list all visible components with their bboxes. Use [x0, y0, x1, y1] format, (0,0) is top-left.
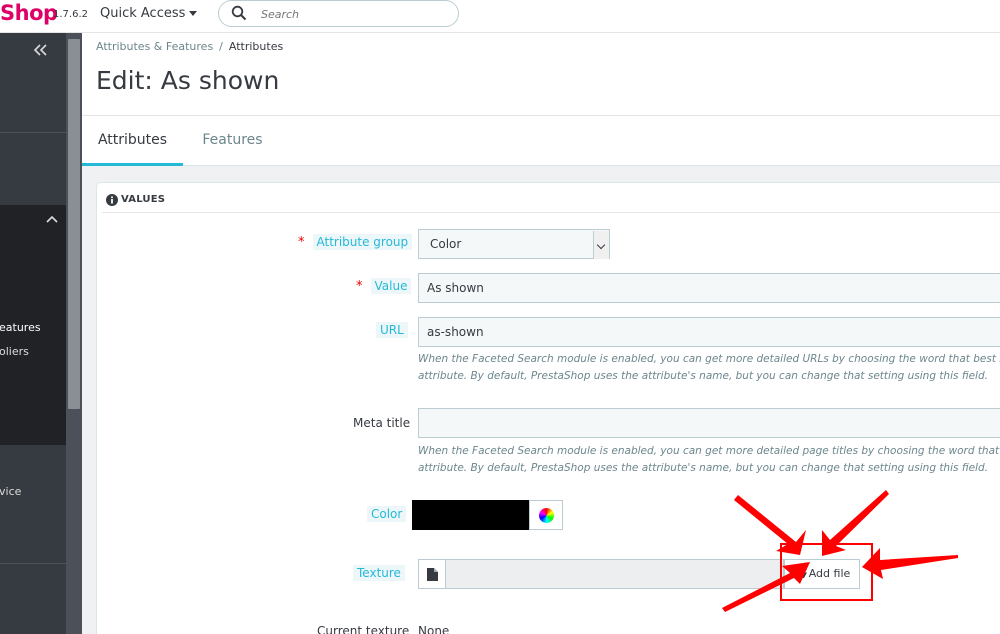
chevron-up-icon[interactable]	[46, 215, 58, 223]
search-input[interactable]	[261, 5, 441, 23]
value-label-text: Value	[370, 278, 412, 294]
url-help-line: attribute. By default, PrestaShop uses t…	[418, 370, 988, 382]
attribute-group-label-text: Attribute group	[312, 234, 413, 250]
file-icon	[427, 568, 438, 581]
attribute-group-select[interactable]: Color	[418, 229, 610, 259]
attribute-group-selected-value: Color	[430, 237, 462, 251]
sidebar-item-features[interactable]: eatures	[0, 321, 41, 334]
value-label: * Value	[356, 278, 412, 294]
sidebar-scrollbar-thumb[interactable]	[68, 39, 80, 409]
url-input[interactable]: as-shown	[418, 317, 1000, 347]
version-label: 1.7.6.2	[53, 9, 88, 20]
panel-heading-text: VALUES	[121, 194, 166, 205]
page-title: Edit: As shown	[96, 66, 280, 95]
texture-file-icon-box	[418, 559, 446, 589]
breadcrumb-parent[interactable]: Attributes & Features	[96, 40, 213, 53]
sidebar: eatures oliers vice	[0, 33, 82, 634]
meta-title-help-text: When the Faceted Search module is enable…	[418, 443, 1000, 477]
annotation-highlight-box	[780, 543, 873, 601]
tab-bar: Attributes Features	[82, 115, 1000, 166]
chevron-down-icon[interactable]	[593, 231, 609, 259]
meta-title-help-line: attribute. By default, PrestaShop uses t…	[418, 462, 988, 474]
url-help-line: When the Faceted Search module is enable…	[418, 353, 1000, 365]
url-help-text: When the Faceted Search module is enable…	[418, 351, 1000, 385]
required-marker: *	[298, 235, 305, 250]
texture-label: Texture	[353, 565, 405, 581]
value-input[interactable]: As shown	[418, 273, 1000, 303]
color-wheel-icon	[539, 508, 554, 523]
current-texture-label: Current texture	[317, 624, 410, 634]
meta-title-label: Meta title	[353, 416, 411, 430]
sidebar-item-service[interactable]: vice	[0, 485, 21, 498]
sidebar-divider	[0, 563, 66, 564]
color-picker-button[interactable]	[529, 500, 563, 530]
url-label: URL	[376, 322, 408, 338]
color-label-text: Color	[367, 506, 407, 522]
page-header: Attributes & Features / Attributes Edit: A…	[82, 33, 1000, 115]
texture-label-text: Texture	[353, 565, 405, 581]
collapse-sidebar-icon[interactable]	[33, 43, 47, 57]
search-icon[interactable]	[231, 5, 247, 21]
url-label-text: URL	[376, 322, 408, 338]
sidebar-divider	[0, 132, 66, 133]
color-label: Color	[367, 506, 407, 522]
color-input[interactable]	[412, 500, 529, 530]
meta-title-input[interactable]	[418, 408, 1000, 438]
tab-features[interactable]: Features	[183, 116, 282, 166]
required-marker: *	[356, 279, 363, 294]
panel-heading: VALUES	[102, 187, 1000, 213]
quick-access-label: Quick Access	[100, 6, 186, 21]
breadcrumb: Attributes & Features / Attributes	[96, 40, 283, 53]
current-texture-value: None	[418, 624, 450, 634]
top-header: Shop 1.7.6.2 Quick Access	[0, 0, 1000, 33]
breadcrumb-current[interactable]: Attributes	[229, 40, 283, 53]
logo[interactable]: Shop	[0, 1, 58, 25]
attribute-group-label: * Attribute group	[298, 234, 413, 250]
tab-attributes[interactable]: Attributes	[82, 116, 183, 166]
quick-access-dropdown[interactable]: Quick Access	[100, 6, 198, 21]
info-circle-icon	[106, 194, 118, 206]
breadcrumb-separator: /	[219, 40, 223, 53]
meta-title-help-line: When the Faceted Search module is enable…	[418, 445, 1000, 457]
texture-filename-field[interactable]	[446, 559, 784, 589]
search-box[interactable]	[218, 0, 459, 27]
sidebar-item-suppliers[interactable]: oliers	[0, 345, 29, 358]
caret-down-icon	[189, 11, 198, 16]
